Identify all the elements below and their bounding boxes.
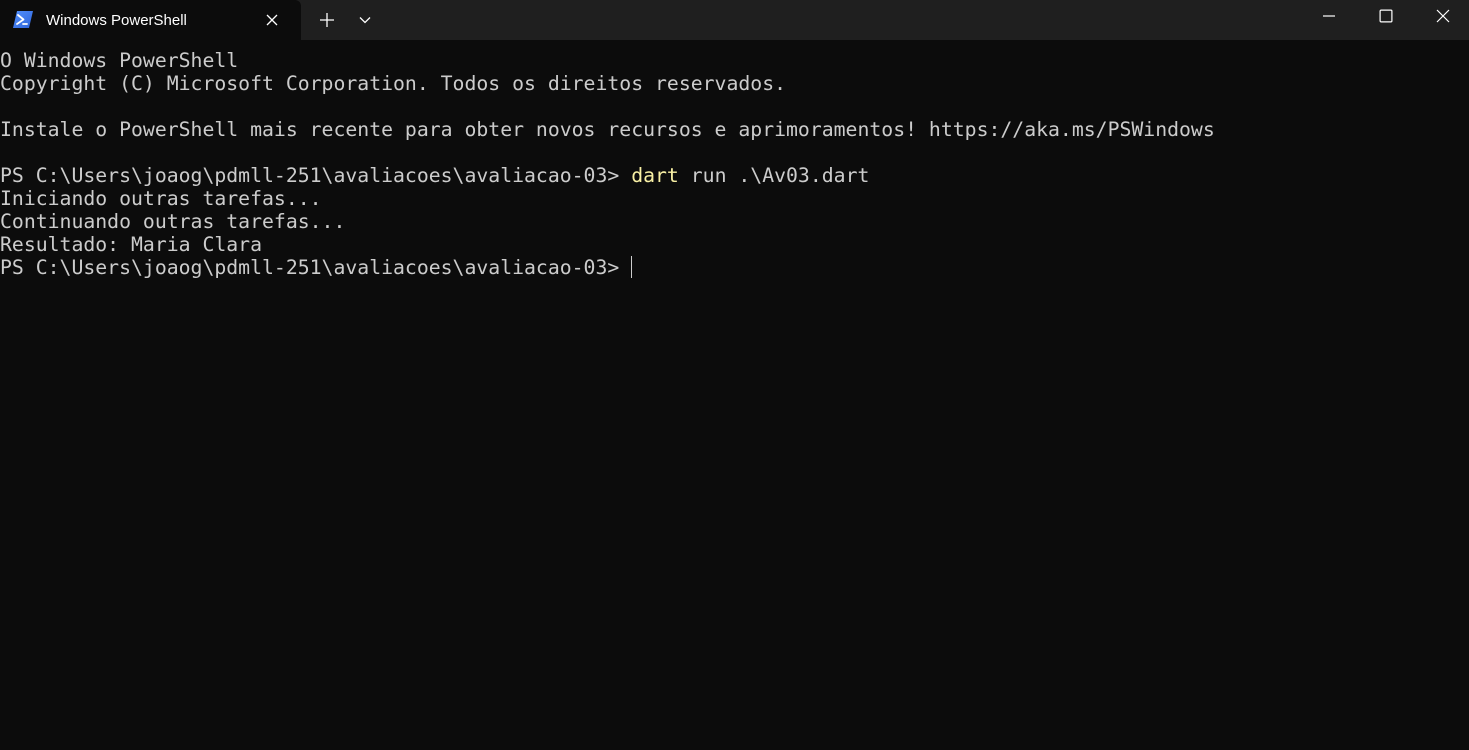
command-line: PS C:\Users\joaog\pdmll-251\avaliacoes\a… — [0, 164, 1469, 187]
terminal-output[interactable]: O Windows PowerShell Copyright (C) Micro… — [0, 49, 1469, 750]
prompt: PS C:\Users\joaog\pdmll-251\avaliacoes\a… — [0, 256, 632, 279]
output-line: Iniciando outras tarefas... — [0, 187, 322, 210]
minimize-icon — [1323, 15, 1335, 17]
prompt: PS C:\Users\joaog\pdmll-251\avaliacoes\a… — [0, 164, 632, 187]
banner-line-title: O Windows PowerShell — [0, 49, 239, 72]
tab-windows-powershell[interactable]: Windows PowerShell — [0, 0, 301, 40]
tab-close-button[interactable] — [260, 8, 284, 32]
chevron-down-icon — [359, 17, 371, 24]
tab-dropdown-button[interactable] — [351, 6, 379, 34]
close-window-button[interactable] — [1414, 0, 1469, 32]
new-tab-button[interactable] — [312, 6, 342, 34]
banner-line-install-hint: Instale o PowerShell mais recente para o… — [0, 118, 1215, 141]
text-cursor — [631, 256, 633, 278]
output-line: Resultado: Maria Clara — [0, 233, 263, 256]
banner-line-copyright: Copyright (C) Microsoft Corporation. Tod… — [0, 72, 787, 95]
output-line: Continuando outras tarefas... — [0, 210, 346, 233]
tab-title: Windows PowerShell — [46, 12, 187, 29]
command-name: dart — [631, 164, 679, 187]
minimize-button[interactable] — [1300, 0, 1358, 32]
powershell-icon — [13, 11, 33, 28]
plus-icon — [320, 13, 334, 27]
close-icon — [1436, 9, 1450, 23]
maximize-icon — [1379, 9, 1393, 23]
maximize-button[interactable] — [1357, 0, 1415, 32]
current-prompt-line[interactable]: PS C:\Users\joaog\pdmll-251\avaliacoes\a… — [0, 256, 1469, 279]
command-args: run .\Av03.dart — [678, 164, 870, 187]
close-icon — [266, 14, 278, 26]
title-bar[interactable]: Windows PowerShell — [0, 0, 1469, 40]
